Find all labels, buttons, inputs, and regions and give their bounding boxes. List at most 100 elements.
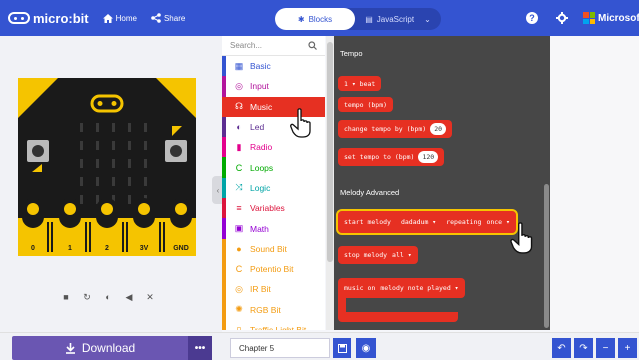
toolbox-category-label: Sound Bit <box>250 243 287 254</box>
set-tempo-block[interactable]: set tempo to (bpm) 120 <box>338 148 445 166</box>
puzzle-icon: ✱ <box>297 14 305 24</box>
toolbox-category-label: Loops <box>250 162 274 173</box>
toolbox-category-sound-bit[interactable]: ● Sound Bit <box>222 238 325 260</box>
stop-melody-label: stop melody <box>344 251 388 259</box>
toolbox-category-basic[interactable]: ▦ Basic <box>222 56 325 77</box>
hand-pointer-icon <box>290 108 311 138</box>
repeat-dropdown[interactable]: once ▾ <box>486 218 509 226</box>
fullscreen-button[interactable]: ✕ <box>142 290 158 304</box>
set-tempo-input[interactable]: 120 <box>418 151 439 163</box>
toolbox-category-label: Basic <box>250 61 271 72</box>
change-tempo-input[interactable]: 20 <box>430 123 447 135</box>
toolbox-scrollbar[interactable] <box>326 36 334 330</box>
stop-melody-block[interactable]: stop melody all ▾ <box>338 246 418 264</box>
toolbox-scroll-thumb[interactable] <box>327 42 333 262</box>
toolbox-category-label: Radio <box>250 142 273 153</box>
pin-1-label: 1 <box>68 245 72 252</box>
microbit-board[interactable]: 0 1 2 3V GND <box>18 78 196 256</box>
headphones-icon: ☊ <box>235 101 243 112</box>
chevron-left-icon: ‹ <box>216 185 220 195</box>
toolbox-category-label: IR Bit <box>250 284 271 295</box>
toolbox-category-input[interactable]: ◎ Input <box>222 76 325 97</box>
toolbox-category-label: Music <box>250 101 273 112</box>
search-placeholder: Search... <box>230 41 263 50</box>
calculator-icon: ▣ <box>234 223 244 234</box>
help-button[interactable]: ? <box>523 9 541 27</box>
home-icon <box>102 13 113 23</box>
redo-button[interactable]: ↷ <box>574 338 593 358</box>
settings-button[interactable] <box>553 9 571 27</box>
set-tempo-label: set tempo to (bpm) <box>344 153 415 161</box>
search-input[interactable]: Search... <box>222 36 325 56</box>
blocks-tab-label: Blocks <box>308 14 333 24</box>
beat-block[interactable]: 1 ▾ beat <box>338 76 382 91</box>
music-on-block-arm <box>338 298 346 312</box>
expand-icon: ✕ <box>146 291 154 302</box>
zoom-out-button[interactable]: − <box>596 338 615 358</box>
minus-icon: − <box>602 342 609 354</box>
toolbox-category-logic[interactable]: ⤨ Logic <box>222 177 325 199</box>
more-options-button[interactable]: ••• <box>188 336 212 360</box>
toolbox-category-ir-bit[interactable]: ◎ IR Bit <box>222 279 325 300</box>
snail-icon: ◐ <box>105 292 111 302</box>
undo-button[interactable]: ↶ <box>552 338 571 358</box>
target-icon: ◎ <box>235 80 243 91</box>
project-name-input[interactable]: Chapter 5 <box>230 338 330 358</box>
flyout-scrollbar[interactable] <box>544 184 549 328</box>
restart-simulator-button[interactable]: ↻ <box>79 290 95 304</box>
tempo-heading: Tempo <box>340 49 363 58</box>
stop-melody-dropdown[interactable]: all ▾ <box>392 251 412 259</box>
javascript-tab[interactable]: ▤ JavaScript ⌄ <box>355 8 441 30</box>
target-icon: ◎ <box>235 283 243 294</box>
microsoft-grid-icon <box>583 12 595 24</box>
toolbox-category-radio[interactable]: ▮ Radio <box>222 137 325 158</box>
stop-simulator-button[interactable]: ■ <box>58 290 74 304</box>
blocks-workspace[interactable] <box>550 36 639 332</box>
tempo-block-label: tempo (bpm) <box>344 100 388 109</box>
zoom-in-button[interactable]: + <box>618 338 637 358</box>
toolbox-category-math[interactable]: ▣ Math <box>222 218 325 239</box>
microbit-logo[interactable]: micro:bit <box>8 11 89 26</box>
microsoft-logo[interactable]: Microsoft <box>583 12 639 24</box>
toolbox-category-potentio-bit[interactable]: C Potentio Bit <box>222 258 325 280</box>
toolbox-category-label: Input <box>250 81 269 92</box>
undo-icon: ↶ <box>557 342 566 354</box>
start-melody-block[interactable]: start melody dadadum ▾ repeating once ▾ <box>336 209 518 235</box>
gear-icon <box>556 12 568 24</box>
volume-icon: ◀ <box>125 291 133 302</box>
home-button[interactable]: Home <box>102 13 137 23</box>
melody-dropdown[interactable]: dadadum ▾ <box>401 218 436 226</box>
list-icon: ≡ <box>236 203 242 214</box>
share-button[interactable]: Share <box>151 13 185 23</box>
mute-button[interactable]: ◀ <box>121 290 137 304</box>
change-tempo-block[interactable]: change tempo by (bpm) 20 <box>338 120 453 138</box>
toolbox-category-label: Variables <box>250 203 285 214</box>
toolbox-category-variables[interactable]: ≡ Variables <box>222 198 325 219</box>
download-button[interactable]: Download <box>12 336 188 360</box>
toolbox-category-rgb-bit[interactable]: ✺ RGB Bit <box>222 299 325 321</box>
help-icon: ? <box>526 12 538 24</box>
toolbox-category-traffic-light-bit[interactable]: ▯ Traffic Light Bit <box>222 319 325 330</box>
blocks-tab[interactable]: ✱ Blocks <box>275 8 355 30</box>
pin-2-label: 2 <box>105 245 109 252</box>
toolbox-category-label: RGB Bit <box>250 304 281 315</box>
header-right: ? Microsoft <box>523 0 639 36</box>
toggle-icon: ◐ <box>236 122 242 133</box>
bottom-bar: Download ••• Chapter 5 ◉ ↶ ↷ − + <box>0 332 639 360</box>
save-button[interactable] <box>333 338 351 358</box>
signal-icon: ▮ <box>236 141 242 152</box>
toolbox-category-label: Potentio Bit <box>250 264 294 275</box>
toolbox-category-label: Traffic Light Bit <box>250 325 307 330</box>
simulator-panel: 0 1 2 3V GND ■ ↻ ◐ ◀ ✕ <box>0 36 222 332</box>
code-icon: ▤ <box>365 14 373 24</box>
toolbox-category-loops[interactable]: C Loops <box>222 157 325 179</box>
toolbox: Search... ▦ Basic ◎ Input ☊ Music ◐ Led ▮ Radio C L… <box>222 36 325 330</box>
melody-advanced-heading: Melody Advanced <box>340 188 400 197</box>
tempo-block[interactable]: tempo (bpm) <box>338 97 394 112</box>
chevron-down-icon[interactable]: ⌄ <box>424 15 431 24</box>
music-on-block[interactable]: music on melody note played ▾ <box>338 278 465 298</box>
github-button[interactable]: ◉ <box>356 338 376 358</box>
logo-text: micro:bit <box>33 10 89 26</box>
music-on-event-dropdown[interactable]: melody note played ▾ <box>380 284 458 292</box>
slowmo-button[interactable]: ◐ <box>100 290 116 304</box>
